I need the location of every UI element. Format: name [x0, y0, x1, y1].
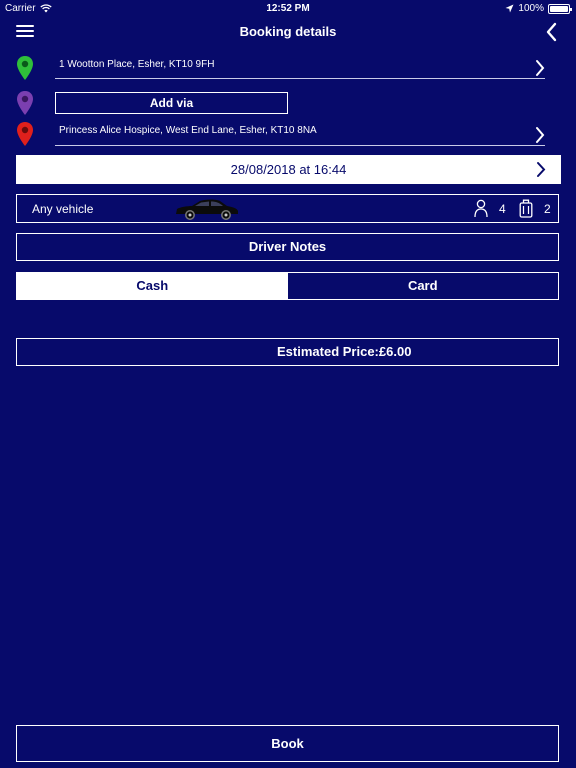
luggage-count: 2 [544, 202, 551, 216]
dropoff-address[interactable]: Princess Alice Hospice, West End Lane, E… [59, 125, 317, 136]
dropoff-pin-icon [15, 121, 35, 147]
passenger-icon [474, 199, 488, 218]
vehicle-selector[interactable]: Any vehicle 4 2 [16, 194, 559, 223]
payment-option-cash[interactable]: Cash [17, 273, 288, 299]
datetime-label: 28/08/2018 at 16:44 [230, 162, 347, 177]
price-label: Estimated Price [277, 344, 375, 359]
vehicle-name: Any vehicle [32, 202, 94, 216]
status-bar: Carrier 12:52 PM 100% [0, 0, 576, 18]
battery-percent: 100% [518, 3, 544, 14]
pickup-address[interactable]: 1 Wootton Place, Esher, KT10 9FH [59, 59, 214, 70]
location-arrow-icon [505, 4, 514, 13]
datetime-selector[interactable]: 28/08/2018 at 16:44 [16, 155, 561, 184]
add-via-button[interactable]: Add via [55, 92, 288, 114]
via-pin-icon [15, 90, 35, 116]
dropoff-chevron-right-icon[interactable] [533, 126, 547, 144]
driver-notes-button[interactable]: Driver Notes [16, 233, 559, 261]
status-time: 12:52 PM [266, 3, 310, 14]
price-value: £6.00 [378, 344, 412, 359]
dropoff-underline [55, 145, 545, 146]
chevron-left-icon[interactable] [540, 20, 564, 44]
car-icon [176, 199, 238, 220]
page-title: Booking details [239, 24, 337, 39]
pickup-pin-icon [15, 55, 35, 81]
datetime-chevron-right-icon [537, 162, 546, 177]
estimated-price: Estimated Price:£6.00 [16, 338, 559, 366]
passenger-count: 4 [499, 202, 506, 216]
pickup-chevron-right-icon[interactable] [533, 59, 547, 77]
luggage-icon [519, 199, 533, 218]
battery-icon [548, 3, 572, 14]
payment-toggle[interactable]: Cash Card [16, 272, 559, 300]
pickup-underline [55, 78, 545, 79]
book-button[interactable]: Book [16, 725, 559, 762]
payment-option-card[interactable]: Card [288, 273, 559, 299]
